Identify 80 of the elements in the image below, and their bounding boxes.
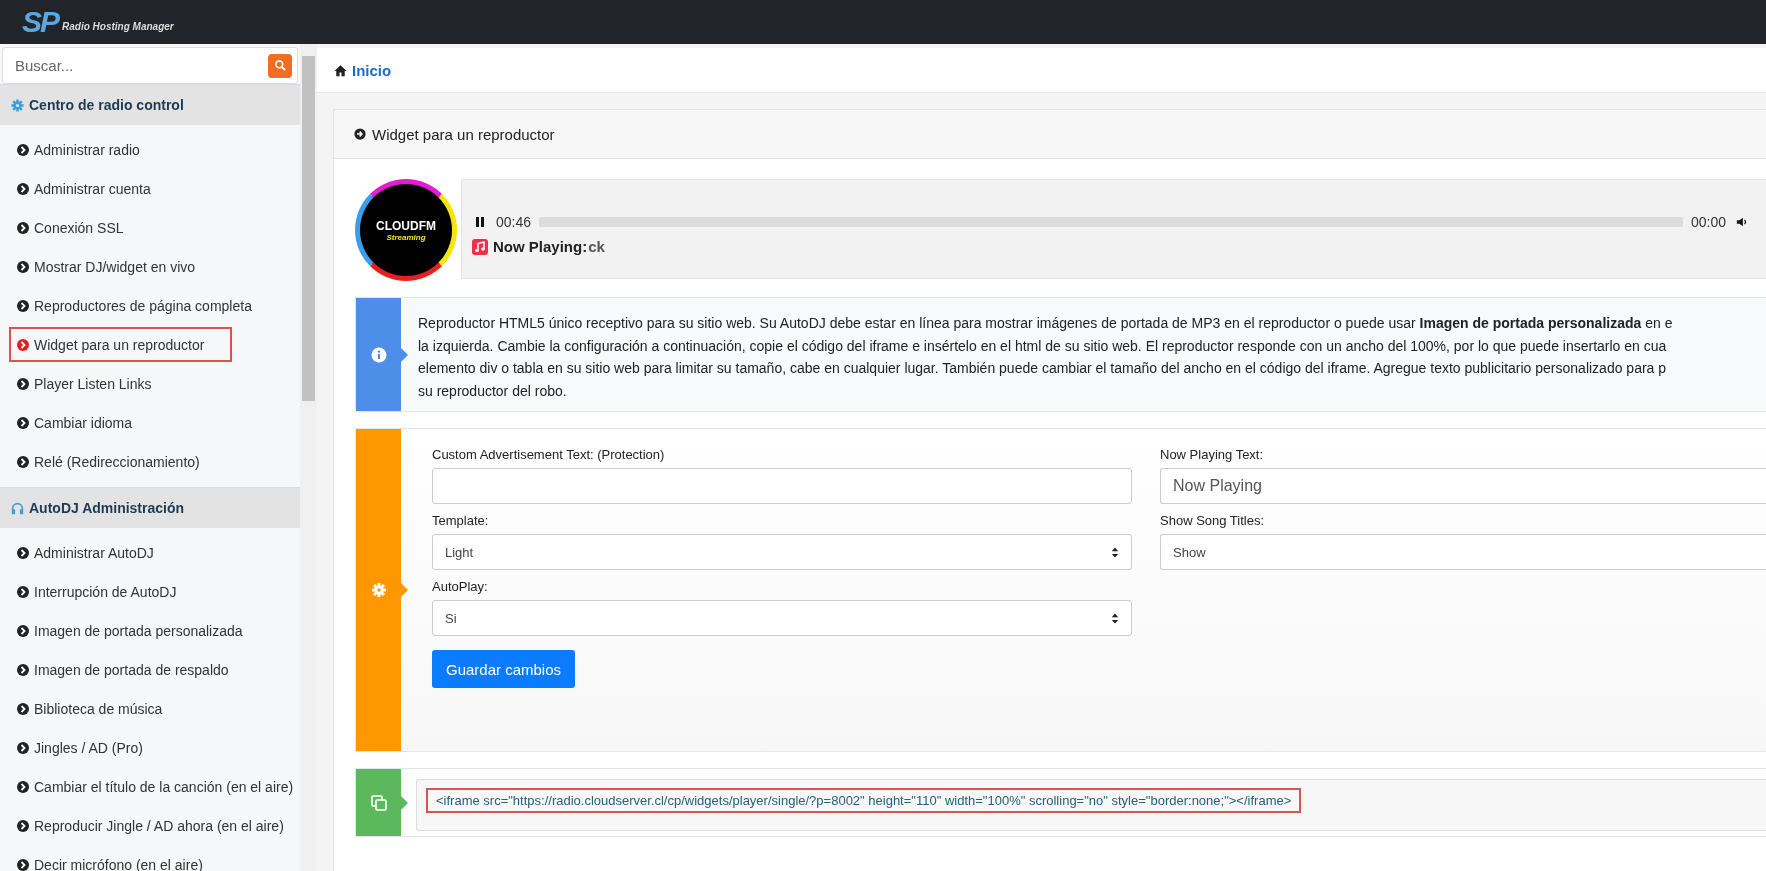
search-icon	[273, 59, 287, 72]
home-icon	[334, 63, 347, 77]
chevron-right-icon	[17, 663, 29, 676]
logo-subtitle: Streaming	[386, 232, 426, 242]
sidebar-item[interactable]: Conexión SSL	[9, 210, 152, 245]
home-link[interactable]: Inicio	[334, 61, 392, 79]
section-header[interactable]: Centro de radio control	[0, 84, 300, 125]
field-label: Now Playing Text:	[1160, 447, 1265, 462]
sidebar-item[interactable]: Administrar AutoDJ	[9, 535, 182, 570]
search-field[interactable]: Buscar...	[2, 47, 298, 84]
save-button[interactable]: Guardar cambios	[432, 650, 576, 688]
pause-icon	[474, 216, 486, 228]
chevron-right-icon	[17, 182, 29, 195]
chevron-right-icon	[17, 702, 29, 715]
sidebar-item[interactable]: Cambiar el título de la canción (en el aire)	[9, 769, 300, 804]
select-field[interactable]: Si	[432, 600, 1132, 636]
chevron-right-icon	[17, 780, 29, 793]
sidebar-item[interactable]: Relé (Redireccionamiento)	[9, 444, 228, 479]
embed-code: <iframe src="https://radio.cloudserver.cl/cp/widgets/player/single/?p=8002" height="110" width="100%" scrolling="no" style="border:none;"></iframe>	[426, 788, 1302, 813]
text-field[interactable]	[432, 468, 1132, 504]
music-note-icon	[472, 238, 488, 255]
chevron-right-icon	[17, 416, 29, 429]
select-field[interactable]: Show	[1160, 534, 1766, 570]
elapsed-time: 00:46	[496, 214, 532, 230]
duration-time: 00:00	[1690, 214, 1726, 230]
sidebar-item[interactable]: Imagen de portada de respaldo	[9, 652, 257, 687]
sidebar-item[interactable]: Interrupción de AutoDJ	[9, 574, 205, 609]
info-text: Reproductor HTML5 único receptivo para su sitio web. Su AutoDJ debe estar en línea para mostrar imágenes de portada de MP3 en el reproductor o puede usar Imagen de portada personalizada en e la izquierda. Cambie la configuración a continuación, copie el código del iframe e insértelo en el html de su sitio web. El reproductor responde con un ancho del 100%, por lo que puede insertarlo en cua elemento div o tabla en su sitio web para limitar su tamaño, cabe en cualquier lugar. También puede cambiar el tamaño del ancho en el código del iframe. Agregue texto publicitario personalizado para p su reproductor del robo.	[417, 314, 1674, 401]
chevron-right-icon	[17, 455, 29, 468]
chevron-right-icon	[17, 143, 29, 156]
gear-icon	[11, 98, 24, 112]
chevron-right-icon	[17, 819, 29, 832]
section-title: Centro de radio control	[29, 97, 184, 113]
info-icon	[370, 346, 387, 363]
logo-title: CLOUDFM	[376, 218, 436, 233]
now-playing-label: Now Playing:	[493, 238, 588, 255]
logo-text: Radio Hosting Manager	[62, 21, 174, 34]
sidebar-item[interactable]: Administrar radio	[9, 132, 168, 167]
track-title: ck	[588, 238, 605, 255]
sidebar-item[interactable]: Mostrar DJ/widget en vivo	[9, 249, 224, 284]
chevron-right-icon	[17, 624, 29, 637]
field-label: Template:	[432, 513, 490, 528]
chevron-right-icon	[17, 585, 29, 598]
sidebar-item[interactable]: Biblioteca de música	[9, 691, 191, 726]
sidebar-item[interactable]: Cambiar idioma	[9, 405, 161, 440]
logo-mark: SP	[22, 7, 59, 37]
speaker-icon	[1736, 216, 1748, 228]
arrow-circle-right-icon	[354, 128, 366, 140]
sidebar-item[interactable]: Imagen de portada personalizada	[9, 613, 271, 648]
section-header[interactable]: AutoDJ Administración	[0, 487, 300, 528]
scrollbar[interactable]	[300, 44, 317, 871]
search-input[interactable]: Buscar...	[13, 56, 268, 75]
sidebar-item[interactable]: Jingles / AD (Pro)	[9, 730, 171, 765]
field-label: AutoPlay:	[432, 579, 489, 594]
chevron-right-icon	[17, 260, 29, 273]
headphones-icon	[11, 501, 24, 515]
sidebar-item[interactable]: Reproductores de página completa	[9, 288, 280, 323]
sort-arrows-icon	[1111, 546, 1119, 558]
chevron-right-icon	[17, 546, 29, 559]
field-label: Custom Advertisement Text: (Protection)	[432, 447, 666, 462]
chevron-right-icon	[17, 338, 29, 351]
sidebar-item[interactable]: Widget para un reproductor	[9, 327, 233, 362]
chevron-right-icon	[17, 741, 29, 754]
scroll-thumb[interactable]	[302, 56, 315, 401]
sort-arrows-icon	[1111, 612, 1119, 624]
field-label: Show Song Titles:	[1160, 513, 1266, 528]
search-button[interactable]	[268, 53, 292, 78]
sidebar-item[interactable]: Reproducir Jingle / AD ahora (en el aire)	[9, 808, 300, 843]
code-field[interactable]: <iframe src="https://radio.cloudserver.cl/cp/widgets/player/single/?p=8002" height="110" width="100%" scrolling="no" style="border:none;"></iframe>	[416, 779, 1766, 831]
sidebar-item[interactable]: Administrar cuenta	[9, 171, 179, 206]
section-title: AutoDJ Administración	[29, 500, 185, 516]
copy-icon	[370, 794, 387, 811]
select-field[interactable]: Light	[432, 534, 1132, 570]
chevron-right-icon	[17, 221, 29, 234]
chevron-right-icon	[17, 377, 29, 390]
sidebar-item[interactable]: Player Listen Links	[9, 366, 180, 401]
chevron-right-icon	[17, 299, 29, 312]
text-field[interactable]: Now Playing	[1160, 468, 1766, 504]
gear-icon	[370, 582, 387, 598]
card-title: Widget para un reproductor	[372, 125, 555, 143]
